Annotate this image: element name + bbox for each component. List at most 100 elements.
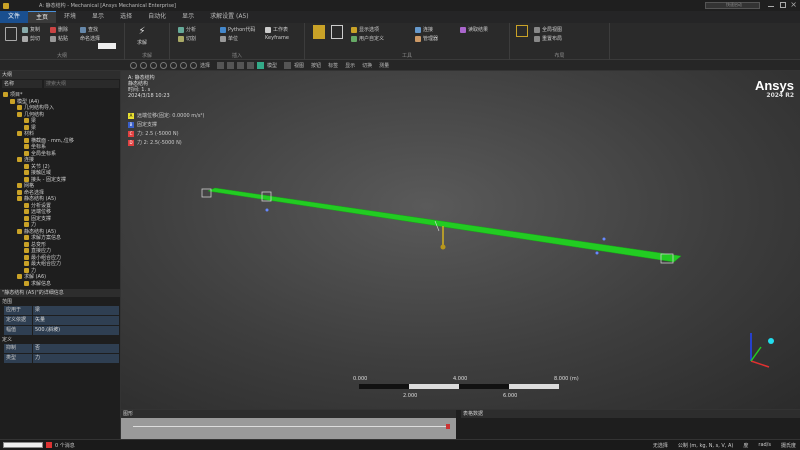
toolbar-model-label[interactable]: 模型 <box>267 62 277 69</box>
timeline-track[interactable] <box>133 426 448 427</box>
scale-bar-segment <box>409 384 459 389</box>
maximize-button[interactable] <box>780 2 786 8</box>
tree-node-icon <box>24 170 29 175</box>
reset-layout-button[interactable]: 重置布局 <box>534 35 562 42</box>
paste-button[interactable]: 粘贴 <box>50 35 68 42</box>
select-body-icon[interactable] <box>257 61 265 69</box>
find-icon <box>80 26 86 33</box>
analysis-button[interactable]: 分析 <box>178 26 196 33</box>
toolbar-tag-label[interactable]: 标签 <box>328 62 338 69</box>
details-row[interactable]: 类型力 <box>4 354 119 363</box>
select-edge-icon[interactable] <box>237 61 245 69</box>
cut-button[interactable]: 剪切 <box>22 35 40 42</box>
details-header: "静态结构 (A5)"的详细信息 <box>0 289 120 297</box>
scale-bar-segment <box>509 384 559 389</box>
minimize-button[interactable] <box>768 6 774 7</box>
iso-view-ball[interactable] <box>768 338 774 344</box>
outline-search-input[interactable]: 搜索大纲 <box>44 80 119 88</box>
scale-label-2: 2.000 <box>403 393 418 399</box>
zoom-region-icon[interactable] <box>190 61 197 69</box>
toolbar-measure-label[interactable]: 测量 <box>379 62 389 69</box>
read-results-button[interactable]: 读取结果 <box>460 26 488 33</box>
outline-panel: 大纲 名称 搜索大纲 项目* 模型 (A4) 几何结构导入 几何结构梁梁材料 横截面 -… <box>0 71 121 289</box>
ribbon-group-label: 求解 <box>141 53 152 59</box>
tree-node-icon <box>24 222 29 227</box>
section-button[interactable]: 切割 <box>178 35 196 42</box>
zoom-out-icon[interactable] <box>160 61 167 69</box>
tab-home[interactable]: 主页 <box>28 11 57 23</box>
details-row[interactable]: 幅值 500.(斜坡) <box>4 326 119 335</box>
rotate-icon[interactable] <box>130 61 137 69</box>
beam-body[interactable] <box>207 187 682 263</box>
details-row[interactable]: 定义依据 矢量 <box>4 316 119 325</box>
tab-show[interactable]: 显示 <box>174 11 202 23</box>
solve-button[interactable]: ⚡ 求解 <box>137 26 147 46</box>
ribbon-input[interactable] <box>98 43 116 49</box>
outline-header: 大纲 <box>0 71 120 79</box>
keyframe-button[interactable]: Keyframe <box>265 35 289 41</box>
paste-icon <box>50 35 56 42</box>
quick-launch-placeholder: 快速启动 <box>726 2 742 7</box>
ribbon-group-label: 插入 <box>231 53 242 59</box>
delete-button[interactable]: 删除 <box>50 26 68 33</box>
tree-node-icon <box>17 111 22 117</box>
connect-icon <box>415 26 421 33</box>
status-rotation[interactable]: rad/s <box>758 442 771 448</box>
tab-solution-setup[interactable]: 求解设置 (A5) <box>202 11 257 23</box>
message-count[interactable]: 0 个消息 <box>55 442 75 449</box>
pan-icon[interactable] <box>140 61 147 69</box>
status-temperature[interactable]: 摄氏度 <box>781 442 796 449</box>
display-options-button[interactable]: 显示选项 <box>351 26 379 33</box>
select-face-icon[interactable] <box>247 61 255 69</box>
progress-bar <box>3 442 43 448</box>
worksheet-button[interactable]: 工作表 <box>265 26 288 33</box>
python-code-button[interactable]: Python代码 <box>220 26 255 33</box>
scale-label-8: 8.000 (m) <box>554 376 579 382</box>
zoom-box-icon[interactable] <box>180 61 187 69</box>
status-angle[interactable]: 度 <box>743 442 748 449</box>
toolbar-toggle-label[interactable]: 切换 <box>362 62 372 69</box>
tab-file[interactable]: 文件 <box>0 11 29 23</box>
details-row[interactable]: 抑制否 <box>4 344 119 353</box>
bottom-panes: 图形 表格数据 <box>121 409 800 439</box>
toolbar-button-label[interactable]: 按钮 <box>311 62 321 69</box>
window-title: A: 静态结构 - Mechanical [Ansys Mechanical E… <box>39 3 177 9</box>
tree-node-icon <box>24 215 29 221</box>
toolbar-select-label[interactable]: 选择 <box>200 62 210 69</box>
tab-selection[interactable]: 选择 <box>112 11 140 23</box>
outline-filter[interactable]: 名称 <box>2 80 42 88</box>
tab-environment[interactable]: 环境 <box>56 11 84 23</box>
zoom-in-icon[interactable] <box>150 61 157 69</box>
tree-node-icon <box>24 235 29 240</box>
named-selection-button[interactable]: 命名选择 <box>80 35 100 42</box>
tab-automation[interactable]: 自动化 <box>140 11 174 23</box>
message-icon <box>46 442 52 448</box>
tree-node-icon <box>24 261 29 266</box>
graphics-viewport[interactable]: A: 静态结构 静态结构 时间: 1. s 2024/3/18 10:23 A远… <box>121 71 800 409</box>
units-button[interactable]: 单位 <box>220 35 238 42</box>
user-defined-button[interactable]: 用户自定义 <box>351 35 384 42</box>
select-vertex-icon[interactable] <box>227 61 235 69</box>
global-view-button[interactable]: 全局视图 <box>534 26 562 33</box>
connections-button[interactable]: 连接 <box>415 26 433 33</box>
clear-selection-icon[interactable] <box>284 61 292 69</box>
toolbar-view-label[interactable]: 视图 <box>294 62 304 69</box>
tab-display[interactable]: 显示 <box>84 11 112 23</box>
status-units[interactable]: 公制 (m, kg, N, s, V, A) <box>678 442 734 449</box>
timeline-marker[interactable] <box>446 424 450 429</box>
select-mode-icon[interactable] <box>217 61 225 69</box>
layout-icon <box>516 25 528 37</box>
ribbon-group-solve: ⚡ 求解 求解 <box>125 23 170 60</box>
tree-node-icon <box>24 202 29 208</box>
manager-button[interactable]: 管理器 <box>415 35 438 42</box>
copy-button[interactable]: 复制 <box>22 26 40 33</box>
close-icon[interactable]: × <box>790 0 797 9</box>
tree-item[interactable]: 求解信息 <box>24 280 51 287</box>
toolbar-display-label[interactable]: 显示 <box>345 62 355 69</box>
tree-node-icon <box>17 105 22 110</box>
zoom-fit-icon[interactable] <box>170 61 177 69</box>
ribbon-group-label: 大纲 <box>56 53 67 59</box>
details-row[interactable]: 应用于梁 <box>4 306 119 315</box>
find-button[interactable]: 查找 <box>80 26 98 33</box>
graph-area[interactable] <box>121 418 456 439</box>
